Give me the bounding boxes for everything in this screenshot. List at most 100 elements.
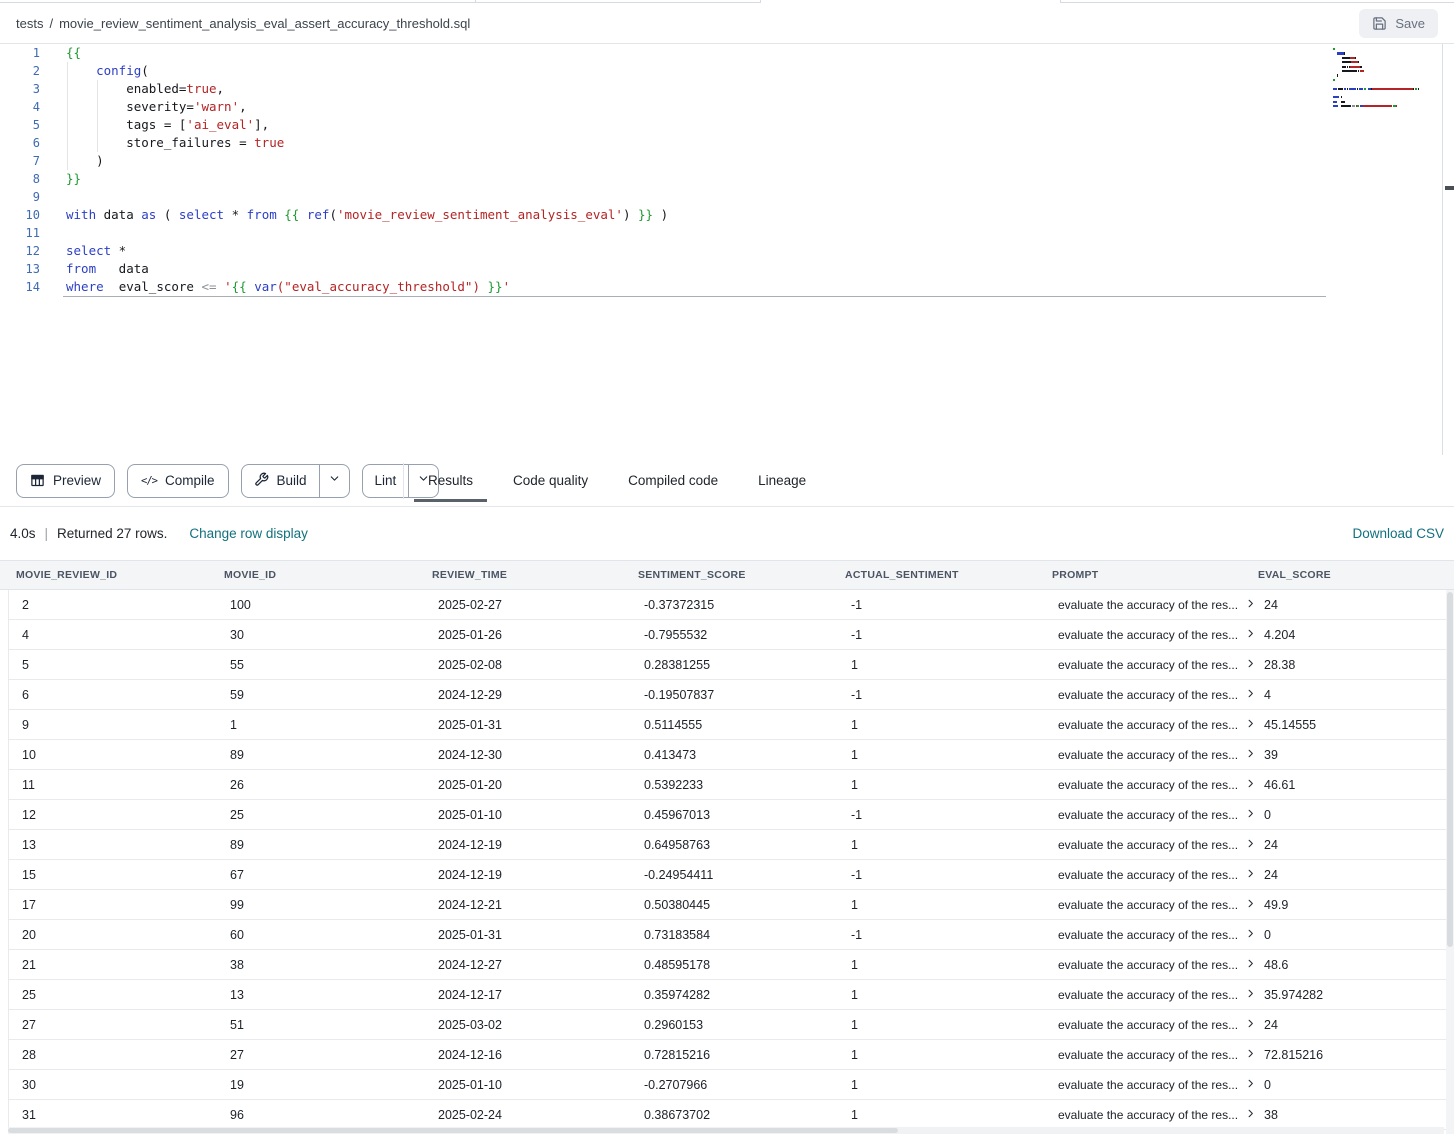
cell-actual-sentiment: 1 [838,658,1045,672]
line-number: 3 [0,80,40,98]
cell-actual-sentiment: 1 [838,778,1045,792]
cell-review-time: 2024-12-27 [425,958,631,972]
tab-compiled-code[interactable]: Compiled code [624,455,722,506]
line-number: 12 [0,242,40,260]
save-label: Save [1395,16,1425,31]
code-line[interactable]: 1{{ [0,44,1454,62]
cell-actual-sentiment: 1 [838,1048,1045,1062]
minimap[interactable] [1333,47,1437,108]
cell-sentiment-score: 0.50380445 [631,898,838,912]
scrollbar-handle[interactable] [1445,186,1454,190]
cell-actual-sentiment: 1 [838,988,1045,1002]
cell-prompt[interactable]: evaluate the accuracy of the res... [1045,1018,1251,1032]
cell-eval-score: 72.815216 [1251,1048,1454,1062]
cell-review-time: 2025-02-27 [425,598,631,612]
cell-movie-id: 51 [217,1018,425,1032]
line-number: 11 [0,224,40,242]
line-number: 14 [0,278,40,296]
build-button[interactable]: Build [242,465,319,497]
cell-prompt[interactable]: evaluate the accuracy of the res... [1045,898,1251,912]
preview-button[interactable]: Preview [16,464,115,498]
cell-review-time: 2024-12-30 [425,748,631,762]
table-vertical-scrollbar[interactable] [1446,590,1454,1134]
code-line[interactable]: 9 [0,188,1454,206]
cell-prompt[interactable]: evaluate the accuracy of the res... [1045,808,1251,822]
code-line[interactable]: 13from data [0,260,1454,278]
table-row: 11262025-01-200.53922331evaluate the acc… [9,770,1454,800]
cell-movie-review-id: 20 [9,928,217,942]
cell-movie-review-id: 27 [9,1018,217,1032]
cell-prompt[interactable]: evaluate the accuracy of the res... [1045,988,1251,1002]
code-text: severity='warn', [66,98,247,116]
scrollbar-thumb[interactable] [1447,592,1453,947]
prompt-text: evaluate the accuracy of the res... [1058,598,1238,612]
save-button[interactable]: Save [1359,9,1438,38]
cell-prompt[interactable]: evaluate the accuracy of the res... [1045,1078,1251,1092]
sql-editor[interactable]: 1{{2 config(3 enabled=true,4 severity='w… [0,44,1454,455]
cell-prompt[interactable]: evaluate the accuracy of the res... [1045,778,1251,792]
prompt-text: evaluate the accuracy of the res... [1058,1108,1238,1122]
code-line[interactable]: 4 severity='warn', [0,98,1454,116]
download-csv-link[interactable]: Download CSV [1352,526,1444,541]
cell-prompt[interactable]: evaluate the accuracy of the res... [1045,1108,1251,1122]
tab-lineage[interactable]: Lineage [754,455,810,506]
cell-prompt[interactable]: evaluate the accuracy of the res... [1045,628,1251,642]
line-number: 5 [0,116,40,134]
prompt-text: evaluate the accuracy of the res... [1058,628,1238,642]
scrollbar-thumb[interactable] [8,1128,898,1133]
code-line[interactable]: 6 store_failures = true [0,134,1454,152]
cell-eval-score: 24 [1251,598,1454,612]
code-line[interactable]: 12select * [0,242,1454,260]
table-row: 31962025-02-240.386737021evaluate the ac… [9,1100,1454,1130]
cell-movie-review-id: 9 [9,718,217,732]
prompt-text: evaluate the accuracy of the res... [1058,838,1238,852]
cell-movie-id: 26 [217,778,425,792]
build-dropdown-button[interactable] [319,465,349,497]
table-horizontal-scrollbar[interactable] [8,1127,1444,1134]
cell-actual-sentiment: -1 [838,628,1045,642]
cell-eval-score: 46.61 [1251,778,1454,792]
breadcrumb[interactable]: tests/movie_review_sentiment_analysis_ev… [16,16,470,31]
cell-prompt[interactable]: evaluate the accuracy of the res... [1045,1048,1251,1062]
tab-code-quality[interactable]: Code quality [509,455,592,506]
compile-button[interactable]: </> Compile [127,464,229,498]
lint-button[interactable]: Lint [363,465,409,497]
cell-movie-id: 25 [217,808,425,822]
cell-eval-score: 24 [1251,868,1454,882]
breadcrumb-folder[interactable]: tests [16,16,43,31]
cell-prompt[interactable]: evaluate the accuracy of the res... [1045,598,1251,612]
code-line[interactable]: 10with data as ( select * from {{ ref('m… [0,206,1454,224]
preview-label: Preview [53,473,101,488]
cell-prompt[interactable]: evaluate the accuracy of the res... [1045,748,1251,762]
code-line[interactable]: 2 config( [0,62,1454,80]
table-row: 4302025-01-26-0.7955532-1evaluate the ac… [9,620,1454,650]
cell-prompt[interactable]: evaluate the accuracy of the res... [1045,928,1251,942]
cell-actual-sentiment: -1 [838,598,1045,612]
cell-prompt[interactable]: evaluate the accuracy of the res... [1045,958,1251,972]
code-line[interactable]: 8}} [0,170,1454,188]
tab-results[interactable]: Results [424,455,477,506]
cell-eval-score: 0 [1251,1078,1454,1092]
line-number: 8 [0,170,40,188]
code-line[interactable]: 11 [0,224,1454,242]
code-text: from data [66,260,149,278]
change-row-display-link[interactable]: Change row display [189,526,308,541]
code-text: enabled=true, [66,80,224,98]
cell-movie-id: 99 [217,898,425,912]
cell-eval-score: 4.204 [1251,628,1454,642]
cell-review-time: 2025-02-08 [425,658,631,672]
cell-sentiment-score: -0.2707966 [631,1078,838,1092]
cell-prompt[interactable]: evaluate the accuracy of the res... [1045,838,1251,852]
cell-prompt[interactable]: evaluate the accuracy of the res... [1045,718,1251,732]
cell-prompt[interactable]: evaluate the accuracy of the res... [1045,688,1251,702]
cell-prompt[interactable]: evaluate the accuracy of the res... [1045,658,1251,672]
code-line[interactable]: 14where eval_score <= '{{ var("eval_accu… [0,278,1454,296]
cell-movie-id: 67 [217,868,425,882]
query-status-bar: 4.0s | Returned 27 rows. Change row disp… [0,507,1454,560]
line-number: 1 [0,44,40,62]
code-line[interactable]: 5 tags = ['ai_eval'], [0,116,1454,134]
code-line[interactable]: 3 enabled=true, [0,80,1454,98]
cell-review-time: 2025-01-31 [425,718,631,732]
code-line[interactable]: 7 ) [0,152,1454,170]
cell-prompt[interactable]: evaluate the accuracy of the res... [1045,868,1251,882]
